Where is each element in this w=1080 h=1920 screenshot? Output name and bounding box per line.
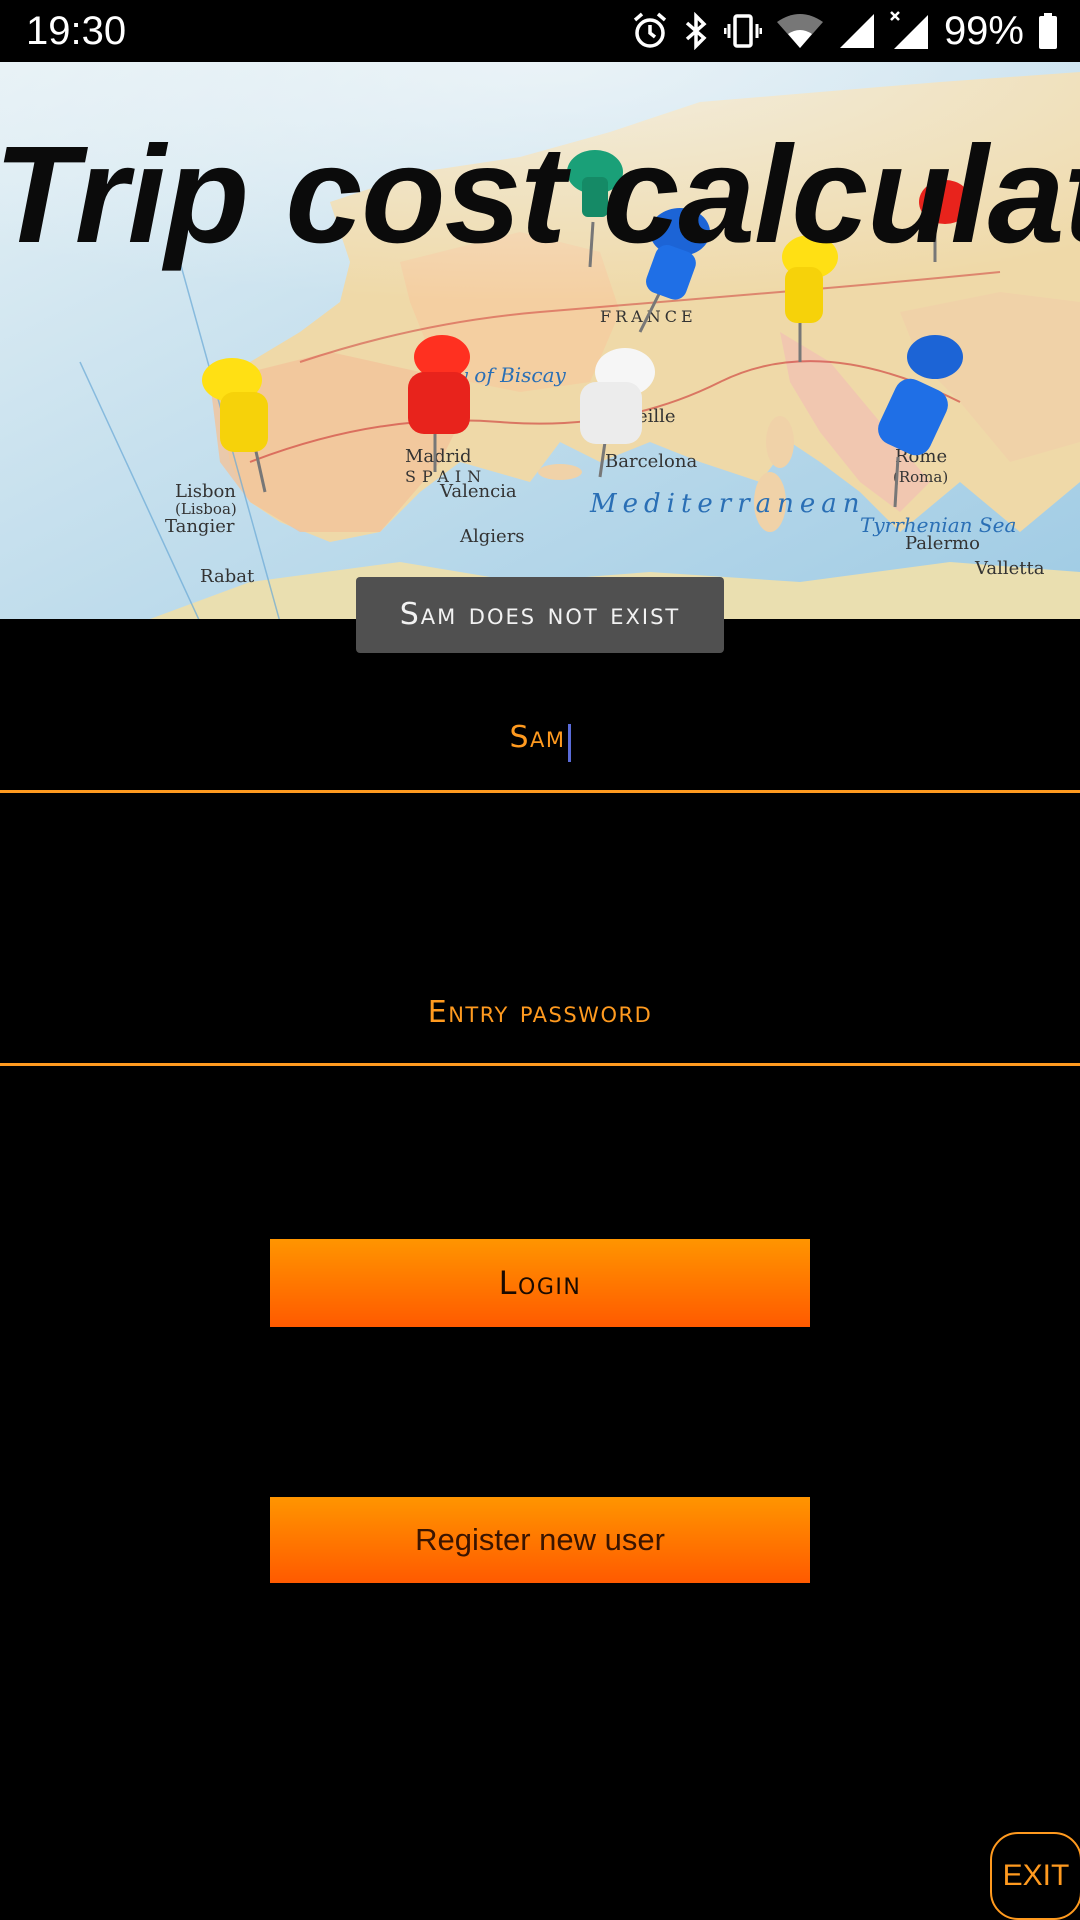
svg-text:Valletta: Valletta bbox=[974, 558, 1045, 579]
svg-text:Tangier: Tangier bbox=[165, 516, 235, 537]
signal-no-data-icon bbox=[890, 11, 930, 51]
login-button[interactable]: Login bbox=[270, 1239, 810, 1327]
svg-text:Mediterranean: Mediterranean bbox=[589, 489, 866, 519]
svg-text:(Roma): (Roma) bbox=[893, 468, 948, 486]
signal-icon bbox=[838, 12, 876, 50]
text-cursor bbox=[567, 723, 571, 762]
status-time: 19:30 bbox=[26, 9, 127, 53]
wifi-icon bbox=[776, 12, 824, 50]
vibrate-icon bbox=[723, 12, 762, 50]
error-toast: Sam does not exist bbox=[356, 577, 724, 653]
header-map-banner: Lisbon (Lisboa) Madrid Valencia Barcelon… bbox=[0, 62, 1080, 619]
password-placeholder: Entry password bbox=[427, 995, 653, 1030]
svg-text:SPAIN: SPAIN bbox=[405, 467, 487, 486]
svg-text:Barcelona: Barcelona bbox=[605, 451, 697, 472]
battery-percentage: 99% bbox=[943, 9, 1024, 53]
username-value: Sam bbox=[509, 720, 566, 755]
password-input[interactable]: Entry password bbox=[0, 975, 1080, 1066]
svg-text:Lisbon: Lisbon bbox=[175, 481, 236, 502]
alarm-icon bbox=[632, 12, 668, 50]
register-button[interactable]: Register new user bbox=[270, 1497, 810, 1583]
username-input[interactable]: Sam bbox=[0, 700, 1080, 793]
bluetooth-icon bbox=[682, 12, 710, 50]
svg-text:Algiers: Algiers bbox=[459, 526, 525, 547]
status-icons: 99% bbox=[632, 8, 1058, 54]
status-bar: 19:30 99% bbox=[0, 0, 1080, 62]
battery-icon bbox=[1038, 12, 1058, 50]
app-title: Trip cost calculator bbox=[0, 118, 1080, 272]
exit-button[interactable]: EXIT bbox=[990, 1832, 1080, 1920]
svg-text:Madrid: Madrid bbox=[405, 446, 472, 467]
svg-text:Rabat: Rabat bbox=[200, 566, 255, 587]
svg-text:Tyrrhenian Sea: Tyrrhenian Sea bbox=[860, 513, 1016, 537]
